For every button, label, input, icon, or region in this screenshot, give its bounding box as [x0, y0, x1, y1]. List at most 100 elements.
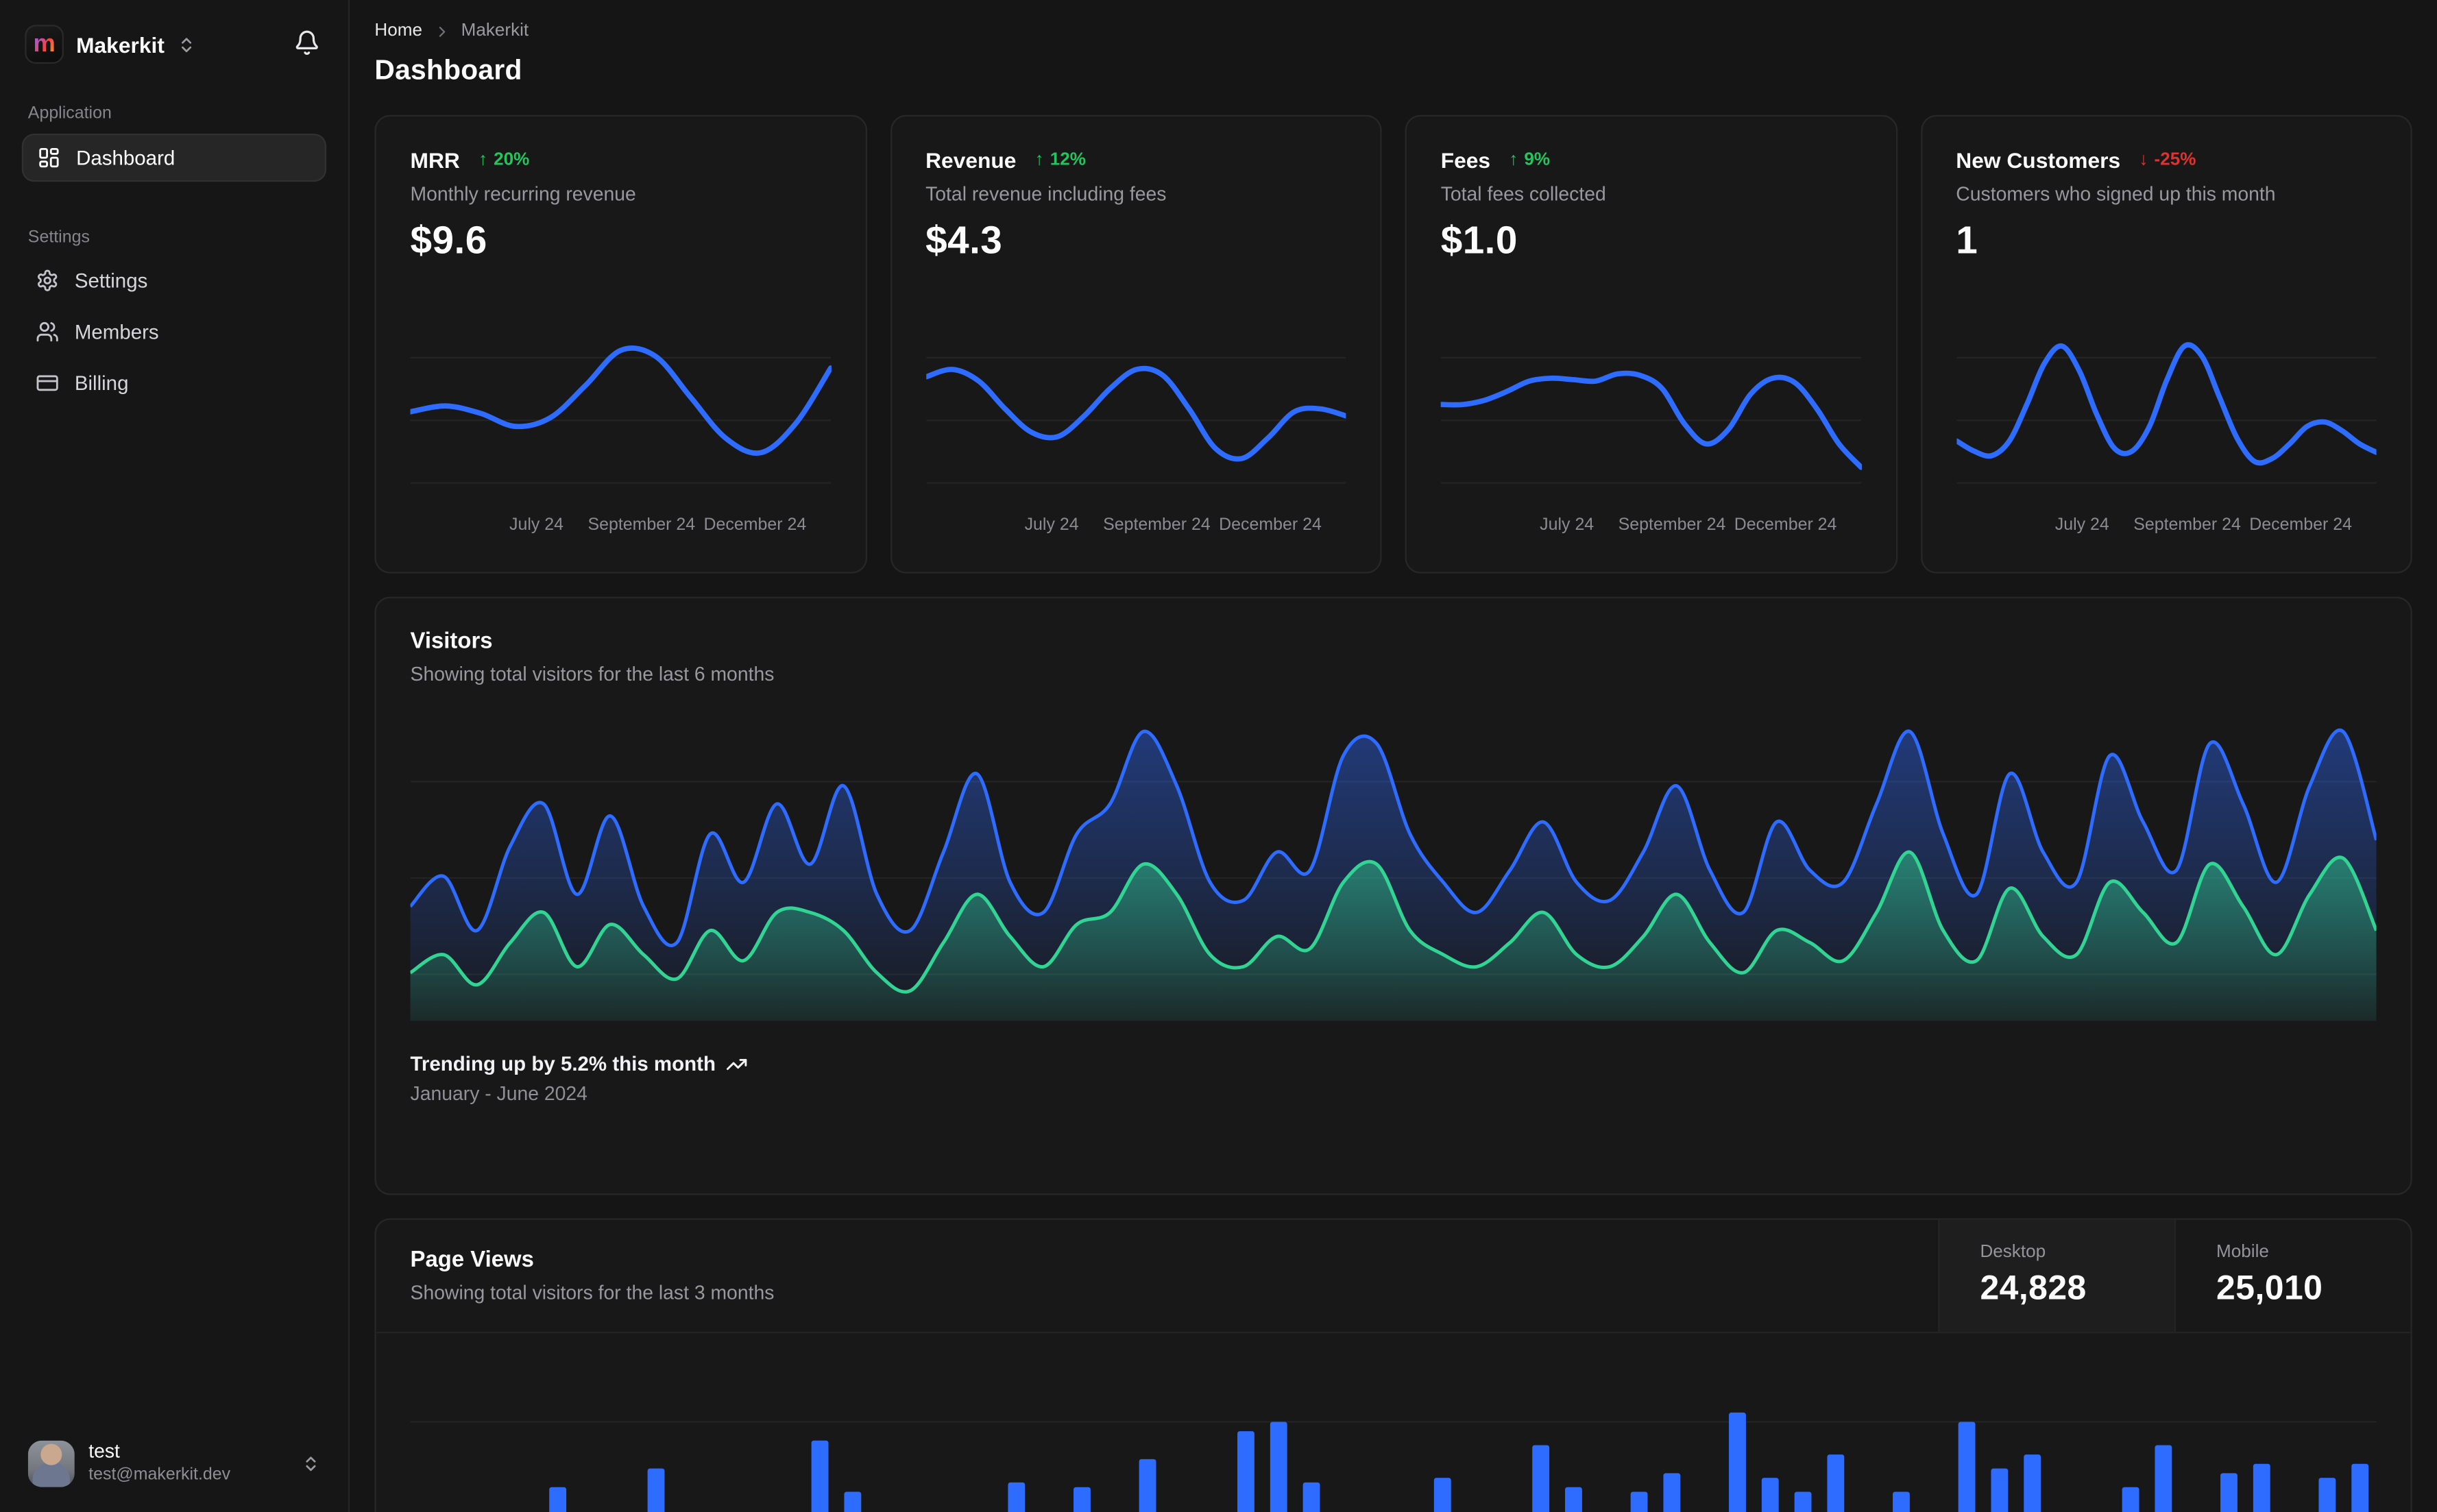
x-tick: December 24 [2249, 515, 2353, 535]
line-chart [925, 356, 1346, 484]
x-tick: December 24 [1734, 515, 1837, 535]
stat-subtitle: Customers who signed up this month [1956, 183, 2276, 206]
sparkline-chart: July 24 September 24 December 24 [925, 326, 1346, 537]
x-tick: July 24 [509, 515, 564, 535]
page-title: Dashboard [374, 54, 522, 86]
chevrons-up-down-icon [177, 35, 195, 53]
page-views-title: Page Views [410, 1247, 534, 1273]
stat-title: MRR [410, 147, 460, 173]
stat-value: $1.0 [1440, 219, 1518, 263]
section-label-application: Application [27, 103, 112, 123]
line-chart [1440, 356, 1861, 484]
app-window: m Makerkit Application Dashboard Setting… [0, 0, 2437, 1512]
sidebar-item-label: Settings [74, 269, 148, 293]
user-email: test@makerkit.dev [88, 1465, 231, 1485]
stat-title: Revenue [925, 147, 1017, 173]
chevron-right-icon [433, 23, 450, 40]
sidebar-item-billing[interactable]: Billing [22, 361, 326, 406]
toggle-value: 24,828 [1980, 1268, 2087, 1307]
sparkline-chart: July 24 September 24 December 24 [1956, 326, 2377, 537]
x-tick: December 24 [703, 515, 807, 535]
sidebar-item-label: Dashboard [76, 146, 175, 170]
stat-title: Fees [1440, 147, 1491, 173]
stat-value: $9.6 [410, 219, 487, 263]
toggle-value: 25,010 [2216, 1268, 2323, 1307]
x-tick: July 24 [1024, 515, 1079, 535]
series-toggles: Desktop 24,828 Mobile 25,010 [1938, 1219, 2411, 1332]
trend-summary: Trending up by 5.2% this month [410, 1051, 716, 1075]
visitors-footer: Trending up by 5.2% this month January -… [411, 1052, 2377, 1105]
x-axis-labels: July 24 September 24 December 24 [411, 513, 831, 537]
user-menu[interactable]: test test@makerkit.dev [22, 1431, 326, 1496]
stat-cards-row: MRR ↑ 20% Monthly recurring revenue $9.6 … [374, 114, 2412, 574]
trend-value: 20% [494, 150, 530, 170]
sidebar-item-dashboard[interactable]: Dashboard [21, 133, 327, 182]
page-views-chart-area [376, 1333, 2411, 1512]
page-views-card: Page Views Showing total visitors for th… [374, 1218, 2412, 1512]
page-views-header: Page Views Showing total visitors for th… [376, 1219, 2411, 1334]
stat-subtitle: Total fees collected [1440, 183, 1606, 206]
x-tick: July 24 [1540, 515, 1595, 535]
x-tick: July 24 [2054, 515, 2109, 535]
visitors-card: Visitors Showing total visitors for the … [374, 596, 2412, 1195]
x-tick: September 24 [2133, 515, 2241, 535]
avatar [27, 1440, 75, 1487]
mobile-toggle[interactable]: Mobile 25,010 [2174, 1219, 2411, 1332]
breadcrumb: Home Makerkit [374, 22, 2412, 40]
trend-down-icon: ↓ [2139, 150, 2148, 170]
stat-card-new-customers: New Customers ↓ -25% Customers who signed… [1920, 114, 2412, 574]
main-content: Home Makerkit Dashboard MRR ↑ 20% Monthly… [350, 0, 2437, 1512]
stat-value: 1 [1956, 219, 1978, 263]
sidebar-item-members[interactable]: Members [22, 309, 326, 354]
visitors-area-chart [410, 728, 2377, 1021]
trend-up-icon: ↑ [1034, 150, 1044, 170]
trend-up-icon: ↑ [478, 150, 488, 170]
user-name: test [88, 1441, 120, 1463]
visitors-title: Visitors [410, 629, 493, 655]
credit-card-icon [36, 371, 59, 395]
sparkline-chart: July 24 September 24 December 24 [1440, 326, 1861, 537]
visitors-subtitle: Showing total visitors for the last 6 mo… [410, 663, 775, 685]
trending-up-icon [727, 1053, 749, 1075]
toggle-label: Mobile [2216, 1243, 2269, 1262]
section-label-settings: Settings [27, 228, 90, 247]
bell-icon [294, 29, 321, 56]
trend-badge: ↑ 12% [1035, 151, 1086, 169]
bar-chart [410, 1412, 2377, 1512]
stat-card-mrr: MRR ↑ 20% Monthly recurring revenue $9.6 … [374, 114, 866, 574]
breadcrumb-current: Makerkit [461, 21, 529, 40]
chevrons-up-down-icon [302, 1454, 320, 1473]
x-tick: September 24 [1618, 515, 1726, 535]
users-icon [36, 320, 59, 343]
notifications-button[interactable] [291, 25, 324, 62]
x-axis-labels: July 24 September 24 December 24 [1441, 513, 1861, 537]
x-tick: December 24 [1219, 515, 1322, 535]
sidebar-item-label: Members [74, 320, 159, 344]
sparkline-chart: July 24 September 24 December 24 [410, 326, 831, 537]
date-range: January - June 2024 [410, 1083, 587, 1105]
line-chart [1956, 342, 2377, 484]
workspace-selector[interactable]: m Makerkit [25, 25, 195, 64]
makerkit-logo: m [25, 25, 64, 64]
stat-subtitle: Total revenue including fees [925, 183, 1167, 206]
trend-value: -25% [2154, 150, 2196, 170]
trend-value: 12% [1050, 150, 1086, 170]
x-tick: September 24 [587, 515, 696, 535]
page-views-subtitle: Showing total visitors for the last 3 mo… [410, 1282, 775, 1304]
layout-dashboard-icon [37, 146, 60, 169]
trend-up-icon: ↑ [1509, 150, 1518, 170]
trend-value: 9% [1524, 150, 1551, 170]
toggle-label: Desktop [1980, 1243, 2046, 1262]
breadcrumb-home[interactable]: Home [374, 22, 422, 40]
desktop-toggle[interactable]: Desktop 24,828 [1938, 1219, 2174, 1332]
stat-card-fees: Fees ↑ 9% Total fees collected $1.0 July … [1405, 114, 1898, 574]
sidebar-item-settings[interactable]: Settings [22, 258, 326, 303]
line-chart [410, 345, 831, 484]
gear-icon [36, 269, 59, 292]
sidebar: m Makerkit Application Dashboard Setting… [0, 0, 350, 1512]
trend-badge: ↑ 9% [1509, 151, 1550, 169]
trend-badge: ↑ 20% [478, 151, 529, 169]
sidebar-item-label: Billing [74, 371, 129, 395]
stat-title: New Customers [1956, 147, 2121, 173]
trend-badge: ↓ -25% [2139, 151, 2196, 169]
